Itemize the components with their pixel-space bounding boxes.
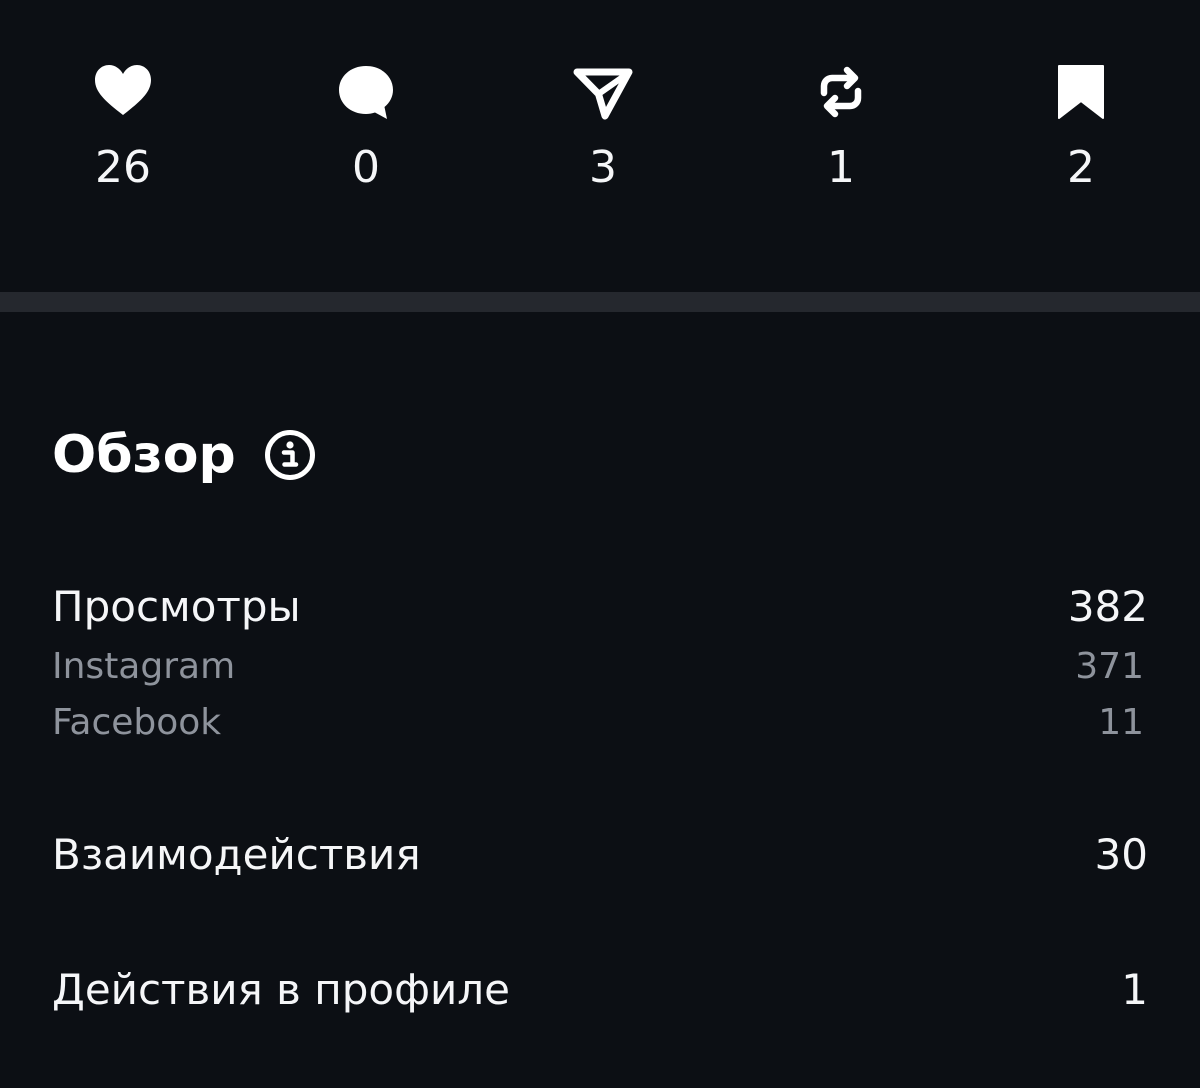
facebook-label: Facebook xyxy=(52,701,222,743)
comments-stat[interactable]: 0 xyxy=(286,60,446,210)
interactions-label: Взаимодействия xyxy=(52,829,421,879)
interactions-row: Взаимодействия 30 xyxy=(52,826,1148,882)
repost-icon xyxy=(809,60,873,124)
section-divider xyxy=(0,292,1200,312)
profile-actions-value: 1 xyxy=(1121,964,1148,1014)
send-icon xyxy=(571,60,635,124)
reposts-count: 1 xyxy=(827,142,855,193)
likes-stat[interactable]: 26 xyxy=(43,60,203,210)
saves-count: 2 xyxy=(1067,142,1095,193)
views-value: 382 xyxy=(1067,581,1148,631)
comments-count: 0 xyxy=(352,142,380,193)
engagement-stats-row: 26 0 3 1 2 xyxy=(0,60,1200,210)
views-breakdown-instagram-row: Instagram 371 xyxy=(52,643,1148,689)
heart-icon xyxy=(91,60,155,124)
interactions-value: 30 xyxy=(1094,829,1148,879)
shares-stat[interactable]: 3 xyxy=(523,60,683,210)
overview-header: Обзор xyxy=(52,420,316,490)
comment-bubble-icon xyxy=(334,60,398,124)
views-breakdown-facebook-row: Facebook 11 xyxy=(52,699,1148,745)
profile-actions-row: Действия в профиле 1 xyxy=(52,961,1148,1017)
reposts-stat[interactable]: 1 xyxy=(761,60,921,210)
info-icon[interactable] xyxy=(264,429,316,481)
bookmark-icon xyxy=(1049,60,1113,124)
facebook-value: 11 xyxy=(1098,701,1144,743)
likes-count: 26 xyxy=(95,142,151,193)
views-label: Просмотры xyxy=(52,581,301,631)
profile-actions-label: Действия в профиле xyxy=(52,964,510,1014)
shares-count: 3 xyxy=(589,142,617,193)
instagram-label: Instagram xyxy=(52,645,236,687)
views-row: Просмотры 382 xyxy=(52,578,1148,634)
instagram-value: 371 xyxy=(1075,645,1144,687)
saves-stat[interactable]: 2 xyxy=(1001,60,1161,210)
overview-title: Обзор xyxy=(52,425,236,485)
